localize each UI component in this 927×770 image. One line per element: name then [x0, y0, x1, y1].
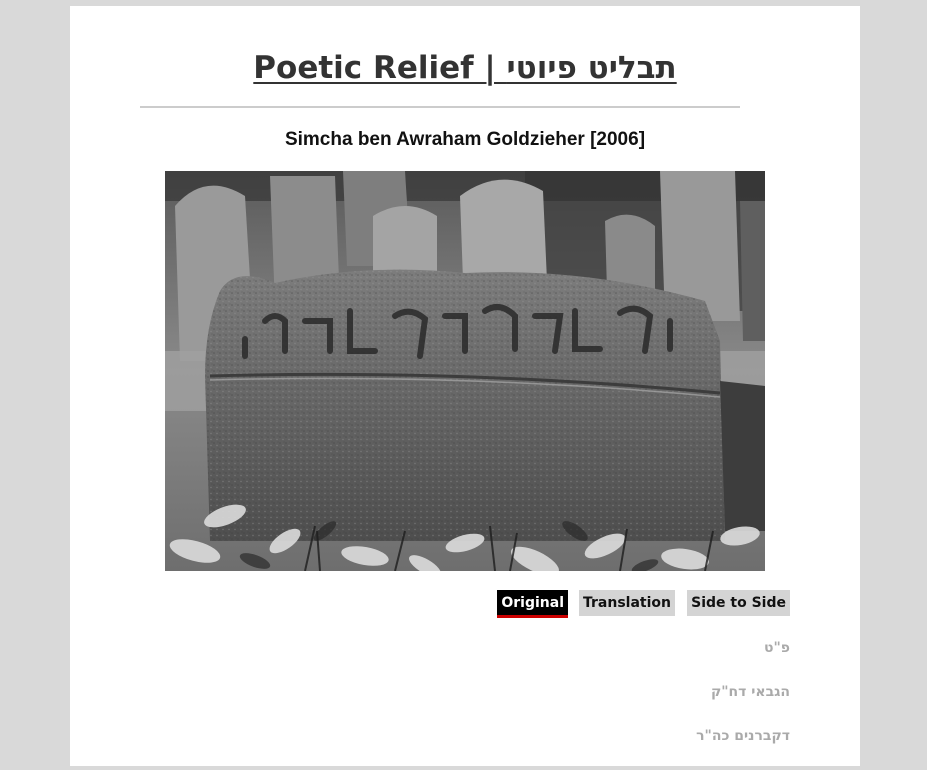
poem-line: דקברנים כה"ר — [696, 728, 790, 744]
poem-line: הגבאי דח"ק — [710, 684, 790, 700]
site-title-link[interactable]: Poetic Relief | תבליט פיוטי — [253, 50, 676, 86]
header-divider — [140, 106, 740, 108]
tab-translation[interactable]: Translation — [579, 590, 675, 616]
poem-text: פ"ט הגבאי דח"ק דקברנים כה"ר — [696, 638, 790, 770]
page-container: Poetic Relief | תבליט פיוטי Simcha ben A… — [70, 6, 860, 766]
site-title: Poetic Relief | תבליט פיוטי — [70, 48, 860, 88]
tab-original[interactable]: Original — [497, 590, 568, 618]
tab-side-to-side[interactable]: Side to Side — [687, 590, 790, 616]
gravestone-photo-image — [165, 171, 765, 571]
gravestone-photo — [165, 171, 765, 571]
poem-title: Simcha ben Awraham Goldzieher [2006] — [284, 129, 646, 150]
poem-line: פ"ט — [763, 640, 790, 656]
